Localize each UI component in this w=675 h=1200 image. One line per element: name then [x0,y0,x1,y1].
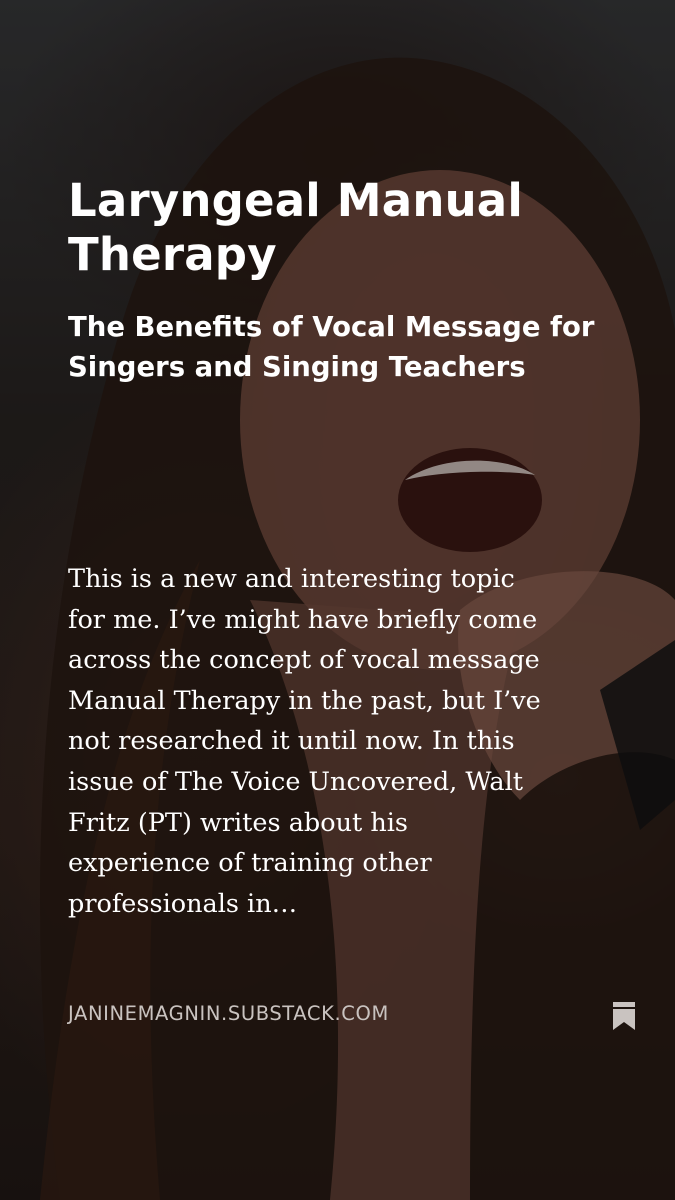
post-title: Laryngeal Manual Therapy [68,174,524,281]
bookmark-icon[interactable] [612,1002,636,1030]
share-card[interactable]: Laryngeal Manual Therapy The Benefits of… [0,0,675,1200]
publication-domain[interactable]: JANINEMAGNIN.SUBSTACK.COM [68,1002,389,1025]
post-excerpt: This is a new and interesting topic for … [68,564,541,919]
post-subtitle: The Benefits of Vocal Message for Singer… [68,311,595,383]
